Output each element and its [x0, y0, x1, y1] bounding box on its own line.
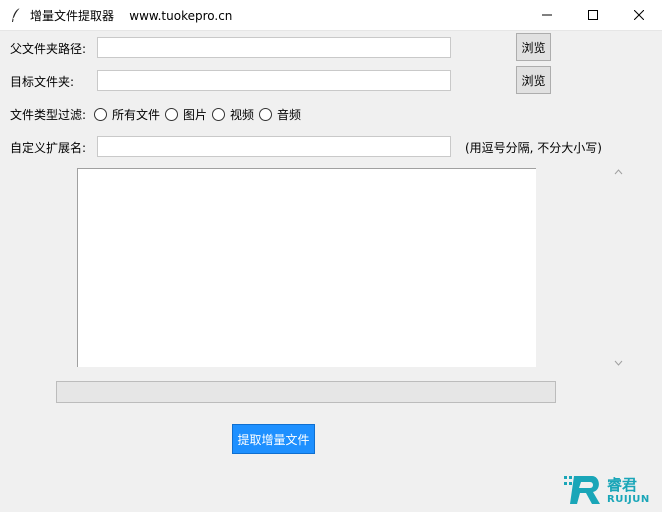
scroll-up-icon[interactable] [614, 168, 623, 176]
radio-label: 图片 [183, 108, 208, 122]
custom-ext-hint: (用逗号分隔, 不分大小写) [465, 141, 602, 155]
feather-app-icon [12, 7, 21, 22]
radio-label: 音频 [277, 108, 302, 122]
radio-circle[interactable] [94, 108, 107, 121]
extract-button[interactable]: 提取增量文件 [232, 424, 315, 454]
radio-all-files[interactable]: 所有文件 [94, 106, 160, 123]
radio-label: 视频 [230, 108, 255, 122]
logo-text-en: RUIJUN [607, 494, 650, 505]
radio-images[interactable]: 图片 [165, 106, 207, 123]
logo-text-cn: 睿君 [607, 476, 638, 494]
radio-label: 所有文件 [112, 108, 161, 122]
title-bar: 增量文件提取器 www.tuokepro.cn [0, 0, 662, 31]
radio-circle[interactable] [165, 108, 178, 121]
ruijun-logo: 睿君 RUIJUN [562, 470, 654, 508]
maximize-icon [588, 10, 598, 20]
target-folder-label: 目标文件夹: [10, 75, 75, 89]
parent-folder-label: 父文件夹路径: [10, 42, 87, 56]
minimize-icon [542, 14, 552, 16]
browse-parent-button[interactable]: 浏览 [516, 33, 551, 61]
close-icon [634, 10, 644, 20]
progress-bar [56, 381, 556, 403]
parent-folder-input[interactable] [97, 37, 451, 58]
log-scrollbar[interactable] [610, 168, 627, 371]
maximize-button[interactable] [570, 0, 616, 30]
scroll-down-icon[interactable] [614, 359, 623, 367]
radio-audio[interactable]: 音频 [259, 106, 301, 123]
custom-ext-label: 自定义扩展名: [10, 141, 87, 155]
minimize-button[interactable] [524, 0, 570, 30]
custom-ext-input[interactable] [97, 136, 451, 157]
file-type-label: 文件类型过滤: [10, 108, 87, 122]
radio-circle[interactable] [212, 108, 225, 121]
window-title: 增量文件提取器 www.tuokepro.cn [30, 9, 233, 23]
radio-circle[interactable] [259, 108, 272, 121]
close-button[interactable] [616, 0, 662, 30]
ruijun-r-icon [564, 476, 600, 504]
target-folder-input[interactable] [97, 70, 451, 91]
browse-target-button[interactable]: 浏览 [516, 66, 551, 94]
radio-videos[interactable]: 视频 [212, 106, 254, 123]
log-textarea[interactable] [77, 168, 536, 367]
